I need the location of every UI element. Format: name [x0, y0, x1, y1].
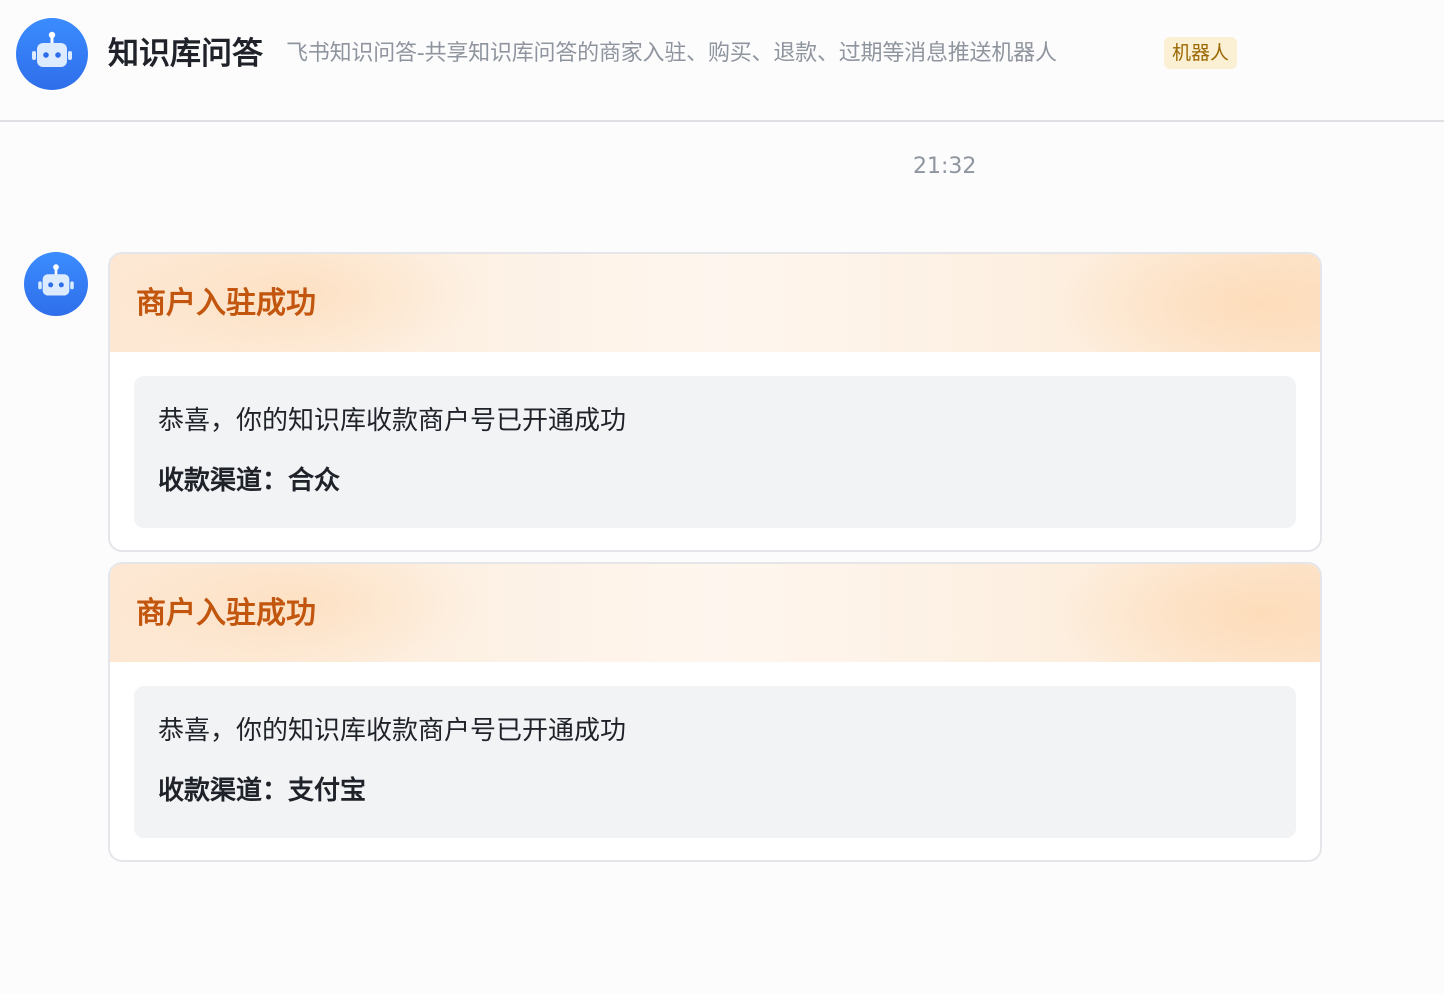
message-card[interactable]: 商户入驻成功 恭喜，你的知识库收款商户号已开通成功 收款渠道：支付宝 — [108, 562, 1322, 862]
chat-title: 知识库问答 — [108, 36, 263, 72]
message-card[interactable]: 商户入驻成功 恭喜，你的知识库收款商户号已开通成功 收款渠道：合众 — [108, 252, 1322, 552]
bot-avatar[interactable] — [16, 18, 88, 90]
card-body: 恭喜，你的知识库收款商户号已开通成功 收款渠道：支付宝 — [134, 686, 1296, 838]
card-title: 商户入驻成功 — [136, 286, 316, 321]
card-message-text: 恭喜，你的知识库收款商户号已开通成功 — [158, 716, 627, 746]
card-header: 商户入驻成功 — [110, 254, 1320, 352]
robot-icon — [38, 264, 74, 296]
card-message-text: 恭喜，你的知识库收款商户号已开通成功 — [158, 406, 627, 436]
card-payment-channel: 收款渠道：支付宝 — [158, 776, 367, 806]
chat-description: 飞书知识问答-共享知识库问答的商家入驻、购买、退款、过期等消息推送机器人 — [286, 41, 1057, 66]
robot-icon — [32, 31, 72, 67]
bot-badge: 机器人 — [1164, 37, 1238, 69]
card-payment-channel: 收款渠道：合众 — [158, 466, 341, 496]
message-timestamp: 21:32 — [913, 154, 977, 179]
card-body: 恭喜，你的知识库收款商户号已开通成功 收款渠道：合众 — [134, 376, 1296, 528]
sender-avatar[interactable] — [24, 252, 88, 316]
card-header: 商户入驻成功 — [110, 564, 1320, 662]
chat-header: 知识库问答 飞书知识问答-共享知识库问答的商家入驻、购买、退款、过期等消息推送机… — [0, 0, 1444, 122]
card-title: 商户入驻成功 — [136, 596, 316, 631]
